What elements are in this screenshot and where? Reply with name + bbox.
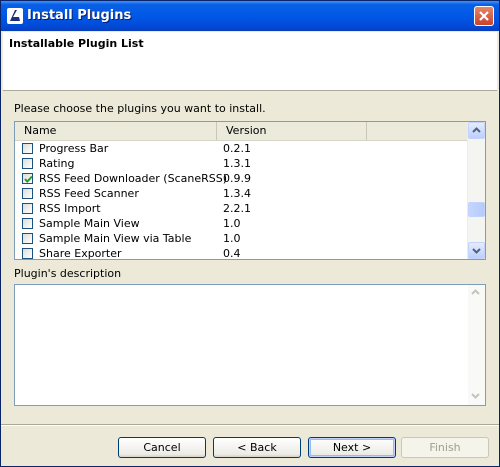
plugin-version: 1.0 (223, 217, 241, 230)
plugin-checkbox[interactable] (22, 233, 33, 244)
app-logo-icon (7, 8, 23, 24)
plugin-version: 0.4 (223, 247, 241, 260)
desc-scroll-up-button[interactable] (468, 285, 485, 302)
title-bar[interactable]: Install Plugins (1, 1, 499, 31)
plugin-checkbox[interactable] (22, 173, 33, 184)
plugin-version: 1.3.1 (223, 157, 251, 170)
plugin-version: 0.2.1 (223, 142, 251, 155)
chevron-down-icon (472, 248, 481, 254)
description-textarea[interactable] (14, 284, 486, 406)
plugin-name: Share Exporter (39, 247, 122, 260)
plugin-checkbox[interactable] (22, 218, 33, 229)
install-plugins-dialog: Install Plugins Installable Plugin List … (0, 0, 500, 467)
finish-button[interactable]: Finish (401, 437, 489, 458)
scroll-thumb[interactable] (468, 202, 485, 217)
column-name-header[interactable]: Name (15, 122, 217, 140)
table-row[interactable]: Sample Main View 1.0 (15, 216, 468, 231)
plugin-name: Sample Main View (39, 217, 140, 230)
plugin-checkbox[interactable] (22, 143, 33, 154)
instruction-text: Please choose the plugins you want to in… (14, 102, 266, 115)
plugin-name: Rating (39, 157, 75, 170)
plugin-name: Sample Main View via Table (39, 232, 192, 245)
plugin-checkbox[interactable] (22, 203, 33, 214)
plugin-name: RSS Feed Scanner (39, 187, 139, 200)
next-button[interactable]: Next > (308, 437, 396, 458)
column-version-header[interactable]: Version (217, 122, 367, 140)
checkmark-icon (24, 175, 33, 183)
close-icon (479, 11, 489, 21)
back-button[interactable]: < Back (213, 437, 301, 458)
plugin-rows: Progress Bar 0.2.1 Rating 1.3.1 RSS Feed Dow… (15, 141, 468, 260)
chevron-down-icon (471, 393, 480, 399)
table-row[interactable]: RSS Import 2.2.1 (15, 201, 468, 216)
scroll-down-button[interactable] (468, 242, 485, 259)
page-title: Installable Plugin List (9, 37, 144, 50)
plugin-list[interactable]: Name Version Progress Bar 0.2.1 Rating 1.3.… (14, 121, 486, 260)
plugin-version: 1.0 (223, 232, 241, 245)
window-title: Install Plugins (27, 8, 132, 23)
chevron-up-icon (471, 289, 480, 295)
table-row[interactable]: Rating 1.3.1 (15, 156, 468, 171)
header-panel: Installable Plugin List (3, 32, 497, 91)
plugin-name: Progress Bar (39, 142, 109, 155)
scroll-up-button[interactable] (468, 122, 485, 139)
list-scrollbar[interactable] (467, 122, 485, 259)
button-separator (1, 424, 499, 426)
desc-scroll-down-button[interactable] (468, 388, 485, 405)
chevron-up-icon (472, 127, 481, 133)
description-label: Plugin's description (14, 267, 122, 280)
plugin-version: 0.9.9 (223, 172, 251, 185)
column-header: Name Version (15, 122, 468, 141)
plugin-checkbox[interactable] (22, 188, 33, 199)
description-scrollbar[interactable] (468, 285, 485, 405)
table-row[interactable]: RSS Feed Downloader (ScaneRSS) 0.9.9 (15, 171, 468, 186)
plugin-checkbox[interactable] (22, 248, 33, 259)
close-button[interactable] (474, 6, 494, 26)
table-row[interactable]: Share Exporter 0.4 (15, 246, 468, 260)
plugin-version: 1.3.4 (223, 187, 251, 200)
table-row[interactable]: Progress Bar 0.2.1 (15, 141, 468, 156)
plugin-checkbox[interactable] (22, 158, 33, 169)
table-row[interactable]: Sample Main View via Table 1.0 (15, 231, 468, 246)
plugin-name: RSS Feed Downloader (ScaneRSS) (39, 172, 228, 185)
cancel-button[interactable]: Cancel (118, 437, 206, 458)
table-row[interactable]: RSS Feed Scanner 1.3.4 (15, 186, 468, 201)
plugin-version: 2.2.1 (223, 202, 251, 215)
plugin-name: RSS Import (39, 202, 101, 215)
